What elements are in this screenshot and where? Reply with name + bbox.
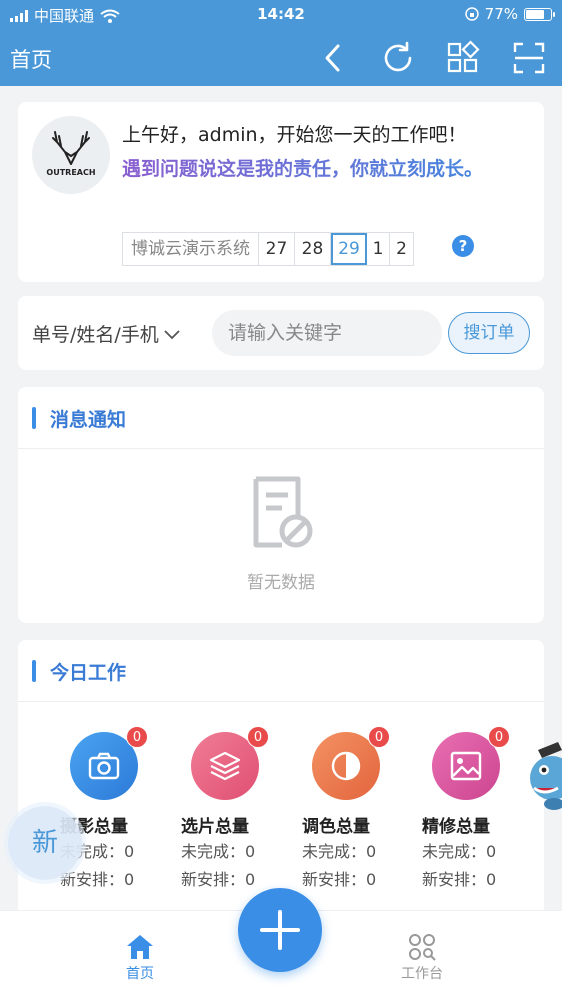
chevron-down-icon [164, 329, 180, 339]
tab-workbench-label: 工作台 [401, 966, 443, 982]
today-work-card: 今日工作 0 摄影总量 未完成：0 新安排：0 0 选片总量 未完成：0 新安排… [18, 640, 544, 920]
search-input[interactable] [212, 310, 442, 356]
notice-title: 消息通知 [50, 409, 127, 431]
count-badge: 0 [368, 726, 390, 748]
stat-name: 选片总量 [181, 817, 249, 837]
stat-retouching[interactable]: 0 精修总量 未完成：0 新安排：0 [422, 726, 532, 892]
mascot-icon[interactable] [528, 740, 562, 812]
tab-home[interactable]: 首页 [100, 933, 180, 983]
stat-color-grading[interactable]: 0 调色总量 未完成：0 新安排：0 [302, 726, 412, 892]
greeting-card: OUTREACH 上午好，admin，开始您一天的工作吧！ 遇到问题说这是我的责… [18, 102, 544, 282]
date-item[interactable]: 1 [367, 233, 390, 265]
add-button[interactable] [238, 888, 322, 972]
stat-incomplete: 未完成：0 [302, 842, 377, 861]
notice-card: 消息通知 暂无数据 [18, 387, 544, 623]
tab-home-label: 首页 [126, 966, 154, 982]
motto-text: 遇到问题说这是我的责任，你就立刻成长。 [122, 154, 522, 185]
notice-header: 消息通知 [18, 387, 544, 449]
count-badge: 0 [488, 726, 510, 748]
nav-bar: 首页 [0, 30, 562, 86]
rotation-lock-icon [464, 7, 479, 21]
stat-new: 新安排：0 [60, 870, 135, 889]
date-item[interactable]: 28 [295, 233, 331, 265]
stat-incomplete: 未完成：0 [422, 842, 497, 861]
date-item-selected[interactable]: 29 [331, 233, 367, 265]
stat-new: 新安排：0 [181, 870, 256, 889]
work-title: 今日工作 [50, 662, 127, 684]
scan-icon[interactable] [511, 40, 547, 76]
stat-selection[interactable]: 0 选片总量 未完成：0 新安排：0 [181, 726, 291, 892]
date-strip: 博诚云演示系统 27 28 29 1 2 [122, 232, 414, 266]
date-item[interactable]: 27 [259, 233, 295, 265]
system-name: 博诚云演示系统 [123, 233, 259, 265]
stat-photography[interactable]: 0 摄影总量 未完成：0 新安排：0 [60, 726, 170, 892]
date-item[interactable]: 2 [390, 233, 413, 265]
stat-new: 新安排：0 [302, 870, 377, 889]
work-header: 今日工作 [18, 640, 544, 702]
back-icon[interactable] [316, 40, 352, 76]
section-accent-bar [32, 407, 36, 429]
stat-new: 新安排：0 [422, 870, 497, 889]
page-title: 首页 [10, 48, 52, 72]
stat-name: 精修总量 [422, 817, 490, 837]
search-filter-label: 单号/姓名/手机 [32, 324, 159, 346]
stat-incomplete: 未完成：0 [181, 842, 256, 861]
search-filter-select[interactable]: 单号/姓名/手机 [32, 320, 181, 347]
company-logo: OUTREACH [32, 116, 110, 194]
new-float-button[interactable]: 新 [8, 806, 82, 880]
greeting-text: 上午好，admin，开始您一天的工作吧！ [122, 124, 467, 146]
empty-text: 暂无数据 [247, 573, 315, 593]
plus-icon [260, 910, 300, 950]
help-icon[interactable]: ? [452, 235, 474, 257]
count-badge: 0 [126, 726, 148, 748]
tab-workbench[interactable]: 工作台 [382, 933, 462, 983]
count-badge: 0 [247, 726, 269, 748]
status-bar: 中国联通 14:42 77% [0, 0, 562, 30]
stat-name: 调色总量 [302, 817, 370, 837]
search-order-button[interactable]: 搜订单 [448, 312, 530, 354]
battery-icon [524, 7, 555, 21]
home-icon [127, 935, 153, 959]
logo-text: OUTREACH [46, 168, 96, 177]
refresh-icon[interactable] [380, 40, 416, 76]
section-accent-bar [32, 660, 36, 682]
search-card: 单号/姓名/手机 搜订单 [18, 296, 544, 370]
apps-icon[interactable] [445, 40, 481, 76]
battery-percent: 77% [484, 5, 518, 23]
empty-document-icon [253, 476, 313, 548]
workbench-icon [409, 934, 436, 961]
